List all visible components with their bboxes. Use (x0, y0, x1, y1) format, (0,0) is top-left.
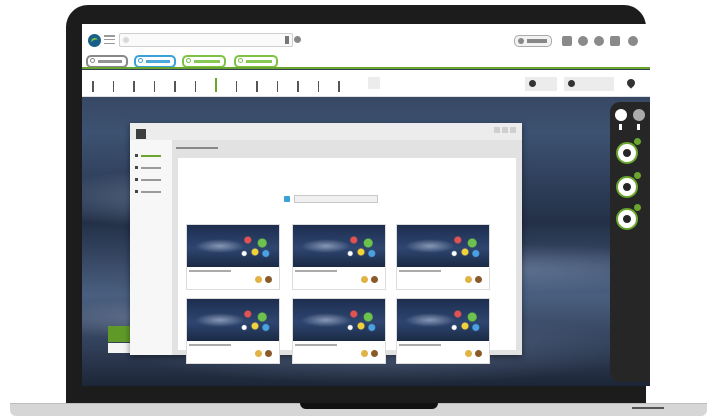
space-image-thumbnail[interactable] (187, 299, 279, 341)
laptop-notch (300, 403, 438, 409)
avatar-icon (475, 276, 482, 283)
layer-ring-icon[interactable] (616, 208, 638, 230)
gallery-card[interactable] (186, 224, 280, 290)
toggle-marker (637, 124, 640, 130)
toggle-white-circle[interactable] (615, 109, 627, 121)
timeline-filter-field[interactable] (525, 77, 557, 91)
modal-sidebar-item[interactable] (135, 165, 161, 170)
avatar-icon (255, 350, 262, 357)
search-icon (123, 37, 129, 43)
gallery-modal (130, 123, 522, 364)
space-image-thumbnail[interactable] (293, 225, 385, 267)
timeline-tick[interactable] (235, 81, 237, 92)
toggle-marker (619, 124, 622, 130)
gallery-card[interactable] (292, 298, 386, 364)
maximize-icon[interactable] (502, 127, 508, 133)
toggle-grey-circle[interactable] (633, 109, 645, 121)
close-icon[interactable] (510, 127, 516, 133)
avatar-icon (265, 350, 272, 357)
layer-status-dot (634, 204, 641, 211)
card-title-line (189, 344, 231, 346)
layer-ring-icon[interactable] (616, 142, 638, 164)
space-image-thumbnail[interactable] (397, 225, 489, 267)
circle-icon[interactable] (578, 36, 588, 46)
laptop-screen (82, 24, 650, 386)
square-icon[interactable] (562, 36, 572, 46)
space-image-thumbnail[interactable] (187, 225, 279, 267)
gallery-card[interactable] (186, 298, 280, 364)
timeline-tick[interactable] (153, 81, 155, 92)
avatar-icon (371, 350, 378, 357)
laptop-foot (632, 407, 664, 409)
app-logo-icon[interactable] (88, 34, 101, 47)
timeline-tick[interactable] (92, 81, 94, 92)
card-title-line (399, 344, 441, 346)
panel-title (176, 147, 218, 149)
app-header (82, 24, 650, 68)
timeline-end-box[interactable] (368, 77, 380, 89)
card-title-line (295, 270, 337, 272)
timeline-tick[interactable] (194, 81, 196, 92)
search-button[interactable] (294, 36, 301, 43)
header-accent-line (82, 67, 650, 69)
layer-status-dot (634, 172, 641, 179)
modal-sidebar (130, 140, 173, 355)
timeline-bar (82, 70, 650, 97)
minimize-icon[interactable] (494, 127, 500, 133)
modal-sidebar-item[interactable] (135, 177, 161, 182)
timeline-tick-active[interactable] (215, 78, 217, 92)
gallery-search-icon (284, 196, 290, 202)
gallery-search-input[interactable] (294, 195, 378, 203)
timeline-tick[interactable] (112, 81, 114, 92)
space-image-thumbnail[interactable] (397, 299, 489, 341)
timeline-filter-field[interactable] (564, 77, 614, 91)
timeline-tick[interactable] (338, 81, 340, 92)
avatar-icon (255, 276, 262, 283)
avatar-icon (361, 276, 368, 283)
timeline-tick[interactable] (256, 81, 258, 92)
gallery-card[interactable] (396, 224, 490, 290)
circle-icon[interactable] (628, 36, 638, 46)
search-cursor (285, 36, 289, 44)
modal-sidebar-item[interactable] (135, 189, 161, 194)
timeline-tick[interactable] (276, 81, 278, 92)
modal-app-icon (136, 129, 146, 139)
avatar-icon (465, 350, 472, 357)
space-image-thumbnail[interactable] (293, 299, 385, 341)
circle-icon[interactable] (594, 36, 604, 46)
timeline-tick[interactable] (133, 81, 135, 92)
header-toggle-pill[interactable] (514, 35, 552, 47)
modal-sidebar-item[interactable] (135, 153, 161, 158)
avatar-icon (265, 276, 272, 283)
avatar-icon (465, 276, 472, 283)
gallery-content (178, 158, 516, 364)
avatar-icon (371, 276, 378, 283)
avatar-icon (361, 350, 368, 357)
card-title-line (295, 344, 337, 346)
timeline-tick[interactable] (297, 81, 299, 92)
gallery-card[interactable] (396, 298, 490, 364)
layer-status-dot (634, 138, 641, 145)
search-input[interactable] (119, 33, 293, 47)
layer-ring-icon[interactable] (616, 176, 638, 198)
hamburger-menu-icon[interactable] (104, 35, 115, 44)
card-title-line (189, 270, 231, 272)
avatar-icon (475, 350, 482, 357)
card-title-line (399, 270, 441, 272)
timeline-tick[interactable] (317, 81, 319, 92)
square-icon[interactable] (610, 36, 620, 46)
timeline-tick[interactable] (174, 81, 176, 92)
gallery-card[interactable] (292, 224, 386, 290)
modal-main-panel (172, 140, 522, 364)
